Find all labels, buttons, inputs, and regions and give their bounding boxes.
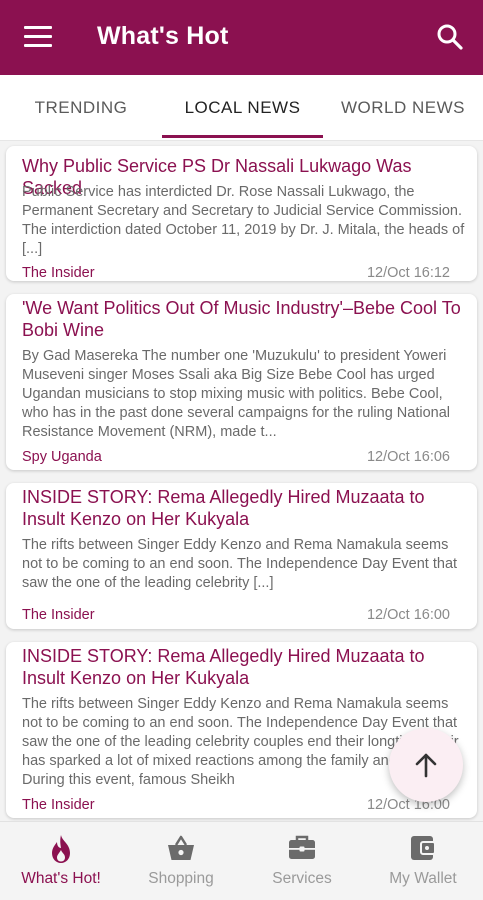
news-tabs: TRENDING LOCAL NEWS WORLD NEWS <box>0 75 483 141</box>
bottom-navigation: What's Hot! Shopping Services My Wallet <box>0 821 483 900</box>
news-feed[interactable]: Why Public Service PS Dr Nassali Lukwago… <box>0 141 483 821</box>
article-summary: The rifts between Singer Eddy Kenzo and … <box>22 537 458 591</box>
tab-local-news[interactable]: LOCAL NEWS <box>162 75 323 141</box>
article-source: The Insider <box>22 797 95 813</box>
briefcase-icon <box>287 834 317 867</box>
nav-label: What's Hot! <box>21 870 101 887</box>
search-icon[interactable] <box>435 22 465 52</box>
nav-shopping[interactable]: Shopping <box>121 822 241 900</box>
nav-label: Services <box>272 870 332 887</box>
article-timestamp: 12/Oct 16:06 <box>366 449 450 465</box>
article-title: INSIDE STORY: Rema Allegedly Hired Muzaa… <box>22 646 425 688</box>
app-bar: What's Hot <box>0 0 483 75</box>
article-source: The Insider <box>22 607 95 623</box>
tab-trending[interactable]: TRENDING <box>0 75 162 141</box>
article-title: INSIDE STORY: Rema Allegedly Hired Muzaa… <box>22 487 425 529</box>
wallet-icon <box>409 834 437 867</box>
nav-label: Shopping <box>148 870 214 887</box>
article-timestamp: 12/Oct 16:00 <box>366 607 450 623</box>
article-title: 'We Want Politics Out Of Music Industry'… <box>22 298 461 340</box>
nav-label: My Wallet <box>389 870 457 887</box>
news-card[interactable]: INSIDE STORY: Rema Allegedly Hired Muzaa… <box>6 483 477 629</box>
article-summary: By Gad Masereka The number one 'Muzukulu… <box>22 348 451 440</box>
active-tab-indicator <box>162 135 323 138</box>
news-card[interactable]: Why Public Service PS Dr Nassali Lukwago… <box>6 146 477 281</box>
hamburger-menu-icon[interactable] <box>24 26 52 48</box>
tab-world-news[interactable]: WORLD NEWS <box>323 75 483 141</box>
arrow-up-icon <box>415 753 437 778</box>
article-source: The Insider <box>22 265 95 281</box>
scroll-to-top-button[interactable] <box>389 728 463 802</box>
nav-whats-hot[interactable]: What's Hot! <box>1 822 121 900</box>
shopping-basket-icon <box>166 834 196 867</box>
nav-services[interactable]: Services <box>242 822 362 900</box>
article-timestamp: 12/Oct 16:12 <box>366 265 450 281</box>
article-summary: Public Service has interdicted Dr. Rose … <box>22 184 465 257</box>
flame-icon <box>48 834 74 869</box>
page-title: What's Hot <box>97 22 229 50</box>
news-card[interactable]: 'We Want Politics Out Of Music Industry'… <box>6 294 477 470</box>
nav-my-wallet[interactable]: My Wallet <box>363 822 483 900</box>
article-source: Spy Uganda <box>22 449 102 465</box>
